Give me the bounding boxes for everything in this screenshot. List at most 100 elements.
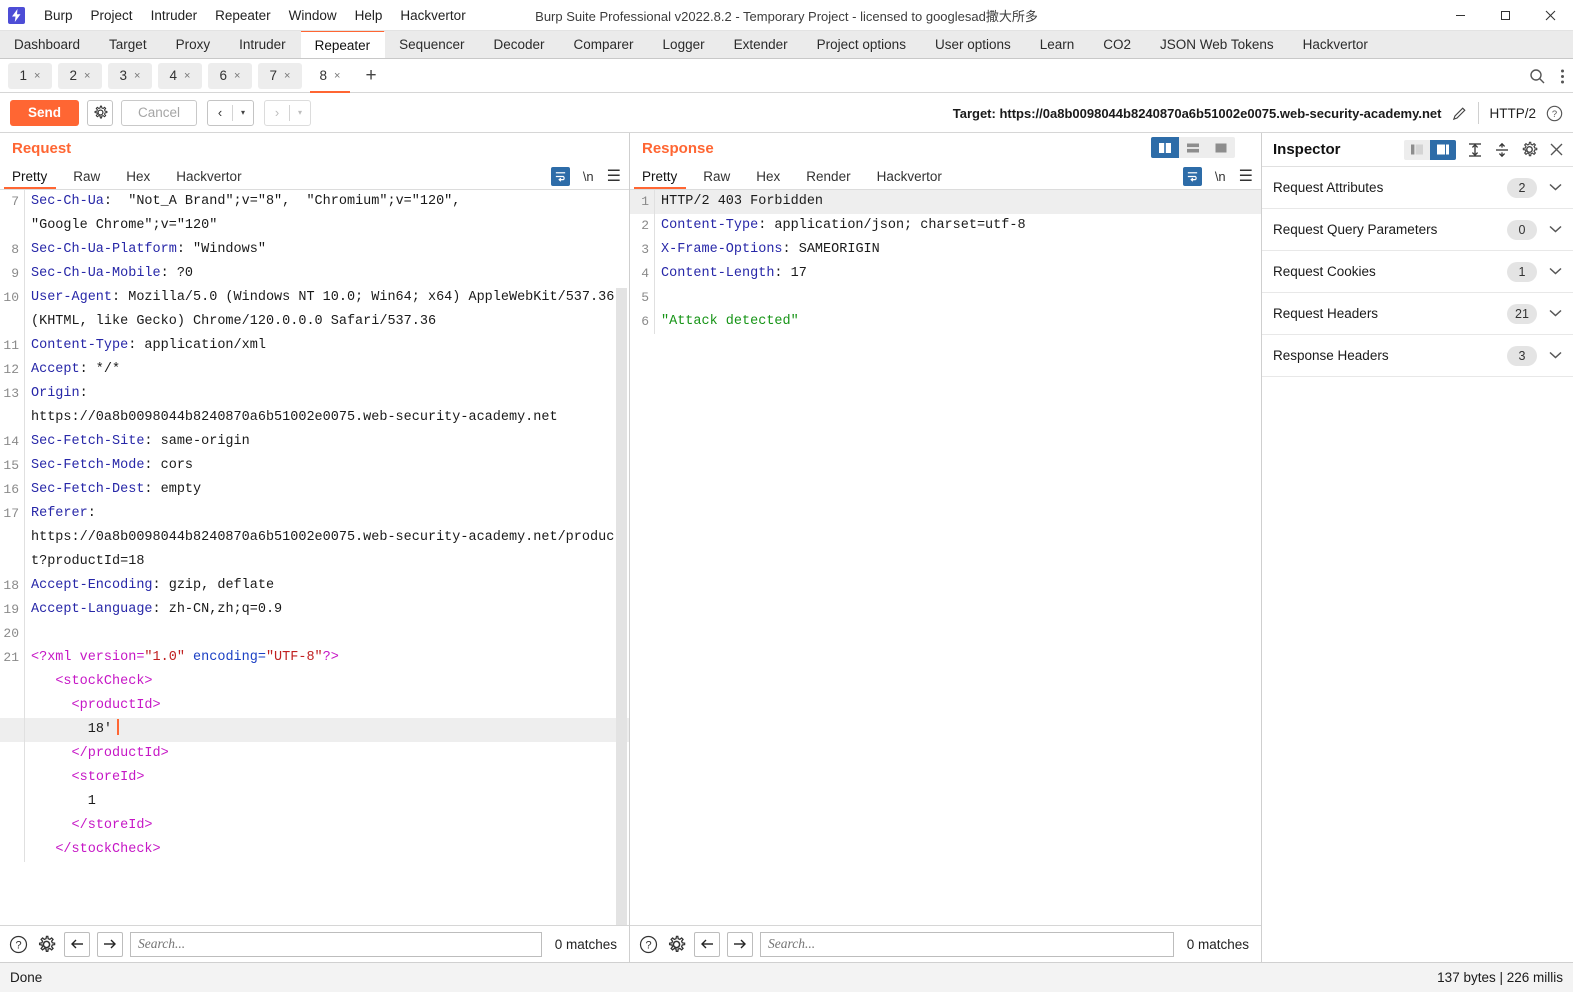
tab-logger[interactable]: Logger [649, 31, 720, 58]
back-nav-group[interactable]: ‹ ▾ [207, 99, 255, 126]
menu-item-burp[interactable]: Burp [35, 4, 82, 27]
request-editor[interactable]: 7 Sec-Ch-Ua: "Not_A Brand";v="8", "Chromi… [0, 190, 629, 925]
http-version-label[interactable]: HTTP/2 [1489, 106, 1536, 121]
collapse-all-icon[interactable] [1494, 142, 1510, 158]
inspector-section-request-headers[interactable]: Request Headers 21 [1262, 293, 1573, 335]
repeater-tab-2[interactable]: 2 × [58, 62, 102, 89]
inspector-section-request-query-parameters[interactable]: Request Query Parameters 0 [1262, 209, 1573, 251]
inspector-close-icon[interactable] [1549, 142, 1564, 157]
close-button[interactable] [1528, 0, 1573, 31]
show-newlines-button[interactable]: \n [1215, 169, 1226, 184]
tab-json-web-tokens[interactable]: JSON Web Tokens [1146, 31, 1289, 58]
inspector-dock-left-icon[interactable] [1404, 140, 1430, 160]
repeater-tab-6[interactable]: 6 × [208, 62, 252, 89]
search-previous-button[interactable] [694, 931, 720, 957]
search-next-button[interactable] [97, 931, 123, 957]
request-tab-raw[interactable]: Raw [60, 163, 113, 189]
search-previous-button[interactable] [64, 931, 90, 957]
edit-target-pencil-icon[interactable] [1451, 105, 1468, 122]
chevron-down-icon[interactable] [1549, 224, 1562, 236]
close-icon[interactable]: × [184, 70, 190, 82]
chevron-down-icon[interactable] [1549, 182, 1562, 194]
repeater-tab-8[interactable]: 8 × [308, 62, 352, 93]
tab-target[interactable]: Target [95, 31, 162, 58]
repeater-tab-3[interactable]: 3 × [108, 62, 152, 89]
response-menu-hamburger-icon[interactable]: ☰ [1239, 168, 1253, 185]
close-icon[interactable]: × [284, 70, 290, 82]
tab-extender[interactable]: Extender [720, 31, 803, 58]
inspector-section-response-headers[interactable]: Response Headers 3 [1262, 335, 1573, 377]
response-tab-hackvertor[interactable]: Hackvertor [864, 163, 955, 189]
inspector-dock-right-icon[interactable] [1430, 139, 1456, 160]
search-icon[interactable] [1529, 68, 1546, 85]
back-arrow-icon[interactable]: ‹ [208, 101, 232, 125]
response-tab-pretty[interactable]: Pretty [630, 163, 690, 189]
back-history-chevron-down-icon[interactable]: ▾ [233, 101, 253, 125]
tab-dashboard[interactable]: Dashboard [0, 31, 95, 58]
response-tab-raw[interactable]: Raw [690, 163, 743, 189]
send-button[interactable]: Send [10, 99, 80, 126]
layout-single-icon[interactable] [1207, 137, 1235, 158]
add-repeater-tab-button[interactable]: + [358, 63, 384, 89]
help-icon[interactable]: ? [8, 934, 29, 955]
search-settings-gear-icon[interactable] [666, 934, 687, 955]
tab-user-options[interactable]: User options [921, 31, 1026, 58]
tab-proxy[interactable]: Proxy [162, 31, 226, 58]
close-icon[interactable]: × [334, 70, 340, 82]
minimize-button[interactable] [1438, 0, 1483, 31]
help-icon[interactable]: ? [638, 934, 659, 955]
tab-intruder[interactable]: Intruder [225, 31, 301, 58]
response-search-input[interactable] [760, 931, 1174, 957]
response-tab-hex[interactable]: Hex [743, 163, 793, 189]
help-icon[interactable]: ? [1546, 105, 1563, 122]
search-next-button[interactable] [727, 931, 753, 957]
close-icon[interactable]: × [34, 70, 40, 82]
tab-hackvertor[interactable]: Hackvertor [1289, 31, 1383, 58]
more-options-icon[interactable] [1560, 68, 1565, 85]
inspector-section-request-attributes[interactable]: Request Attributes 2 [1262, 167, 1573, 209]
close-icon[interactable]: × [84, 70, 90, 82]
tab-learn[interactable]: Learn [1026, 31, 1090, 58]
repeater-tab-7[interactable]: 7 × [258, 62, 302, 89]
forward-arrow-icon[interactable]: › [265, 101, 289, 125]
layout-side-by-side-icon[interactable] [1151, 137, 1179, 158]
request-search-input[interactable] [130, 931, 542, 957]
repeater-tab-1[interactable]: 1 × [8, 62, 52, 89]
tab-repeater[interactable]: Repeater [300, 30, 386, 58]
chevron-down-icon[interactable] [1549, 350, 1562, 362]
menu-item-hackvertor[interactable]: Hackvertor [391, 4, 474, 27]
menu-item-window[interactable]: Window [280, 4, 346, 27]
tab-sequencer[interactable]: Sequencer [385, 31, 479, 58]
inspector-section-request-cookies[interactable]: Request Cookies 1 [1262, 251, 1573, 293]
menu-item-repeater[interactable]: Repeater [206, 4, 280, 27]
tab-comparer[interactable]: Comparer [560, 31, 649, 58]
request-menu-hamburger-icon[interactable]: ☰ [607, 168, 621, 185]
inspector-settings-gear-icon[interactable] [1521, 141, 1538, 158]
search-settings-gear-icon[interactable] [36, 934, 57, 955]
chevron-down-icon[interactable] [1549, 308, 1562, 320]
request-scrollbar[interactable] [616, 288, 627, 925]
request-tab-pretty[interactable]: Pretty [0, 163, 60, 189]
request-tab-hackvertor[interactable]: Hackvertor [163, 163, 254, 189]
close-icon[interactable]: × [234, 70, 240, 82]
close-icon[interactable]: × [134, 70, 140, 82]
maximize-button[interactable] [1483, 0, 1528, 31]
layout-stacked-icon[interactable] [1179, 137, 1207, 158]
show-newlines-button[interactable]: \n [583, 169, 594, 184]
repeater-tab-4[interactable]: 4 × [158, 62, 202, 89]
chevron-down-icon[interactable] [1549, 266, 1562, 278]
send-settings-gear-icon[interactable] [87, 99, 114, 126]
word-wrap-icon[interactable] [1182, 167, 1202, 186]
tab-decoder[interactable]: Decoder [479, 31, 559, 58]
cancel-button[interactable]: Cancel [121, 99, 198, 126]
forward-nav-group[interactable]: › ▾ [264, 99, 312, 126]
menu-item-help[interactable]: Help [346, 4, 392, 27]
word-wrap-icon[interactable] [550, 167, 570, 186]
menu-item-project[interactable]: Project [82, 4, 142, 27]
response-tab-render[interactable]: Render [793, 163, 863, 189]
tab-co2[interactable]: CO2 [1089, 31, 1146, 58]
response-editor[interactable]: 1 HTTP/2 403 Forbidden 2 Content-Type: appl… [630, 190, 1261, 925]
menu-item-intruder[interactable]: Intruder [142, 4, 207, 27]
request-tab-hex[interactable]: Hex [113, 163, 163, 189]
tab-project-options[interactable]: Project options [803, 31, 921, 58]
